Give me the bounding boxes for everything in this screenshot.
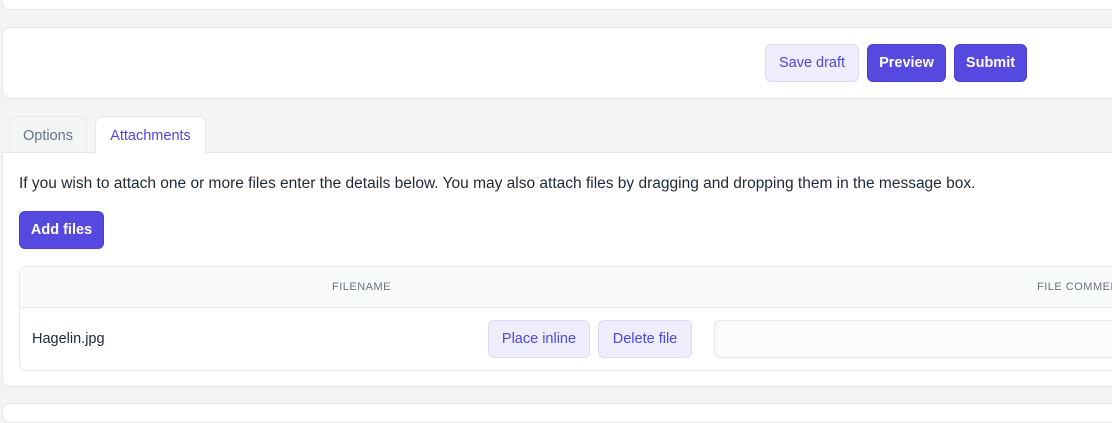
submit-button[interactable]: Submit bbox=[954, 44, 1027, 82]
preview-button[interactable]: Preview bbox=[867, 44, 946, 82]
table-header: FILENAME FILE COMMENT bbox=[20, 267, 1112, 308]
action-bar: Save draft Preview Submit bbox=[2, 27, 1112, 99]
column-header-file-comment: FILE COMMENT bbox=[1037, 281, 1112, 293]
top-panel bbox=[2, 0, 1112, 10]
add-files-button[interactable]: Add files bbox=[19, 211, 104, 249]
attachments-panel: If you wish to attach one or more files … bbox=[2, 152, 1112, 387]
tab-attachments[interactable]: Attachments bbox=[95, 116, 206, 154]
bottom-panel bbox=[2, 403, 1112, 423]
file-comment-input[interactable] bbox=[714, 320, 1112, 358]
column-header-filename: FILENAME bbox=[332, 281, 392, 293]
tab-options[interactable]: Options bbox=[9, 116, 87, 154]
attachments-intro-text: If you wish to attach one or more files … bbox=[19, 175, 976, 192]
attachments-table: FILENAME FILE COMMENT Hagelin.jpg Place … bbox=[19, 266, 1112, 371]
file-name: Hagelin.jpg bbox=[32, 331, 105, 347]
table-row: Hagelin.jpg Place inline Delete file bbox=[20, 308, 1112, 370]
save-draft-button[interactable]: Save draft bbox=[765, 44, 859, 82]
delete-file-button[interactable]: Delete file bbox=[598, 320, 692, 358]
place-inline-button[interactable]: Place inline bbox=[488, 320, 590, 358]
